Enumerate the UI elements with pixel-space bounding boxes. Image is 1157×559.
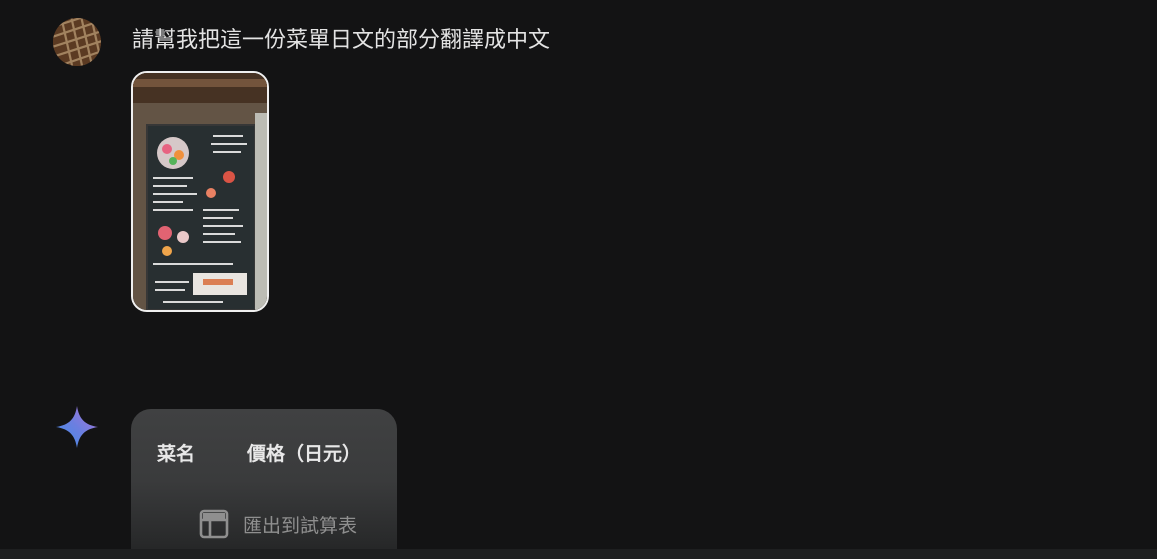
chat-page: 請幫我把這一份菜單日文的部分翻譯成中文 菜名 價格（日元） 匯出到試算表 (0, 0, 1157, 559)
menu-photo-thumbnail[interactable] (131, 71, 269, 312)
response-table-card: 菜名 價格（日元） 匯出到試算表 (131, 409, 397, 559)
table-header-price: 價格（日元） (247, 443, 362, 465)
user-avatar[interactable] (53, 18, 101, 66)
table-header-dish-name: 菜名 (157, 443, 196, 465)
input-area-edge (0, 549, 1157, 559)
table-header-row: 菜名 價格（日元） (157, 439, 387, 466)
user-avatar-image (53, 18, 101, 66)
table-icon (199, 509, 229, 539)
menu-photo-image (133, 73, 267, 310)
user-message-text: 請幫我把這一份菜單日文的部分翻譯成中文 (132, 28, 551, 53)
gemini-sparkle-icon (56, 406, 98, 448)
export-to-sheets-button[interactable]: 匯出到試算表 (199, 509, 357, 539)
export-label: 匯出到試算表 (243, 514, 358, 537)
